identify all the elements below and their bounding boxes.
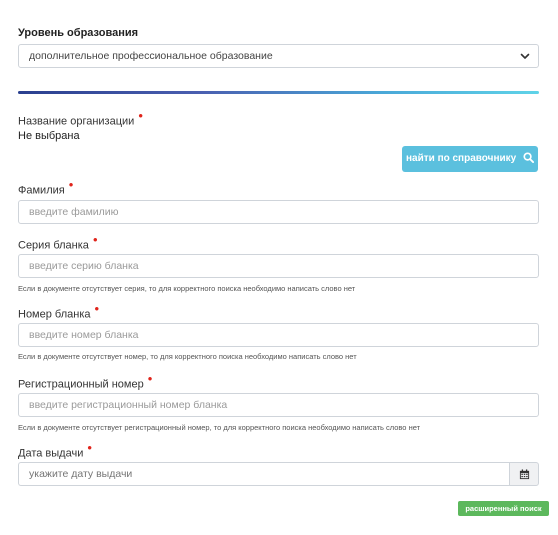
number-input[interactable] [18,323,539,347]
organization-label-text: Название организации [18,115,135,128]
education-level-label: Уровень образования [18,27,139,39]
required-marker: • [92,232,98,247]
calendar-icon [519,468,529,479]
reg-number-input[interactable] [18,393,539,417]
required-marker: • [147,371,153,386]
series-label: Серия бланка • [18,233,98,252]
series-label-text: Серия бланка [18,239,89,252]
issue-date-input[interactable] [18,462,509,486]
required-marker: • [94,301,100,316]
reg-number-label-text: Регистрационный номер [18,378,144,391]
lookup-button[interactable]: найти по справочнику [402,146,538,172]
required-marker: • [87,440,92,455]
required-marker: • [138,108,143,123]
education-level-select[interactable]: дополнительное профессиональное образова… [18,44,539,68]
search-icon [523,152,534,163]
issue-date-label-text: Дата выдачи [18,447,84,460]
number-label: Номер бланка • [18,302,99,321]
lookup-button-label: найти по справочнику [406,153,517,164]
reg-number-hint: Если в документе отсутствует регистрацио… [18,423,421,432]
advanced-search-button[interactable]: расширенный поиск [458,501,549,516]
calendar-button[interactable] [509,462,539,486]
section-divider [18,91,539,94]
series-input[interactable] [18,254,539,278]
education-level-value: дополнительное профессиональное образова… [29,50,273,62]
number-hint: Если в документе отсутствует номер, то д… [18,352,357,361]
surname-label-text: Фамилия [18,184,65,197]
surname-label: Фамилия • [18,178,73,197]
number-label-text: Номер бланка [18,308,91,321]
organization-value: Не выбрана [18,130,80,142]
series-hint: Если в документе отсутствует серия, то д… [18,284,356,293]
issue-date-group [18,462,539,486]
issue-date-label: Дата выдачи • [18,441,92,460]
required-marker: • [68,177,74,192]
reg-number-label: Регистрационный номер • [18,372,152,391]
chevron-down-icon [520,53,530,59]
surname-input[interactable] [18,200,539,224]
organization-label: Название организации • [18,109,143,128]
